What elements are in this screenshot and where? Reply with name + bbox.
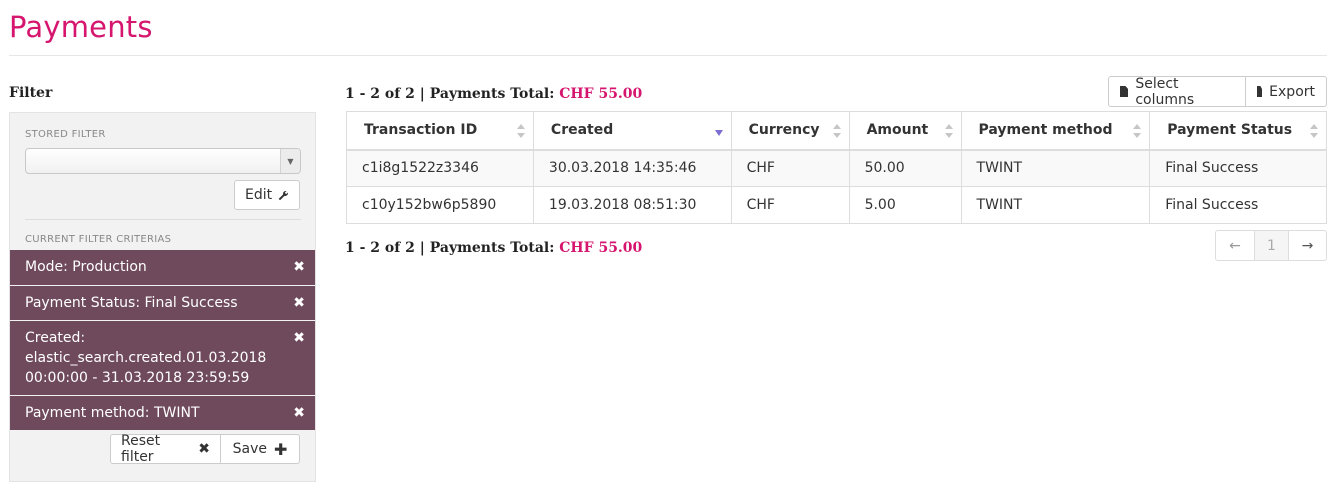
export-label: Export xyxy=(1269,83,1315,100)
cell-payment-method: TWINT xyxy=(960,149,1151,187)
reset-filter-button[interactable]: Reset filter ✖ xyxy=(110,433,221,465)
criteria-item-mode: Mode: Production ✖ xyxy=(10,250,315,285)
page-number-button[interactable]: 1 xyxy=(1255,230,1289,261)
pagination: ← 1 → xyxy=(1215,230,1327,261)
column-header-transaction-id[interactable]: Transaction ID xyxy=(346,111,534,151)
column-label: Payment Status xyxy=(1167,122,1293,139)
column-label: Created xyxy=(550,122,614,139)
edit-label: Edit xyxy=(245,187,273,203)
criteria-text: Payment Status: Final Success xyxy=(25,295,238,311)
criteria-item-created: Created: elastic_search.created.01.03.20… xyxy=(10,321,315,395)
remove-criteria-created-icon[interactable]: ✖ xyxy=(293,328,305,348)
export-button[interactable]: Export xyxy=(1246,76,1327,107)
results-summary-bottom: 1 - 2 of 2 | Payments Total: CHF 55.00 xyxy=(345,240,642,256)
edit-filter-button[interactable]: Edit xyxy=(234,180,300,210)
results-summary-top: 1 - 2 of 2 | Payments Total: CHF 55.00 xyxy=(345,86,642,102)
next-page-button[interactable]: → xyxy=(1289,230,1327,261)
cell-payment-status: Final Success xyxy=(1149,149,1327,187)
document-icon xyxy=(1257,86,1263,97)
reset-label: Reset filter xyxy=(121,433,161,465)
column-header-payment-status[interactable]: Payment Status xyxy=(1149,111,1327,151)
remove-criteria-status-icon[interactable]: ✖ xyxy=(293,293,305,313)
summary-prefix: 1 - 2 of 2 | Payments Total: xyxy=(345,86,555,102)
column-label: Transaction ID xyxy=(364,122,478,139)
stored-filter-label: STORED FILTER xyxy=(25,129,106,140)
column-header-payment-method[interactable]: Payment method xyxy=(960,111,1151,151)
page-title: Payments xyxy=(9,10,153,44)
column-label: Currency xyxy=(748,122,820,139)
criteria-text: Mode: Production xyxy=(25,259,147,275)
summary-prefix: 1 - 2 of 2 | Payments Total: xyxy=(345,240,555,256)
column-header-amount[interactable]: Amount xyxy=(848,111,962,151)
column-label: Payment method xyxy=(978,122,1113,139)
table-header-row: Transaction ID Created Currency Amount P… xyxy=(346,111,1327,151)
sort-icon xyxy=(944,124,953,138)
criteria-item-payment-status: Payment Status: Final Success ✖ xyxy=(10,286,315,320)
criteria-text: Payment method: TWINT xyxy=(25,405,200,421)
table-row[interactable]: c1i8g1522z3346 30.03.2018 14:35:46 CHF 5… xyxy=(346,149,1327,187)
cell-amount: 50.00 xyxy=(848,149,962,187)
sort-icon xyxy=(1310,124,1318,138)
save-label: Save xyxy=(232,441,267,457)
document-icon xyxy=(1120,86,1129,97)
cell-transaction-id: c10y152bw6p5890 xyxy=(346,186,534,224)
stored-filter-select[interactable]: ▼ xyxy=(25,148,301,174)
column-label: Amount xyxy=(866,122,929,139)
remove-criteria-mode-icon[interactable]: ✖ xyxy=(293,257,305,277)
sort-icon xyxy=(1133,124,1142,138)
cell-payment-status: Final Success xyxy=(1149,186,1327,224)
wrench-icon xyxy=(278,190,289,200)
remove-criteria-method-icon[interactable]: ✖ xyxy=(293,403,305,423)
cell-amount: 5.00 xyxy=(848,186,962,224)
sort-desc-icon xyxy=(714,130,723,136)
cell-payment-method: TWINT xyxy=(960,186,1151,224)
select-columns-button[interactable]: Select columns xyxy=(1108,75,1246,108)
payments-total: CHF 55.00 xyxy=(559,86,643,102)
payments-total: CHF 55.00 xyxy=(559,240,643,256)
criteria-text: Created: elastic_search.created.01.03.20… xyxy=(25,330,267,386)
save-filter-button[interactable]: Save ✚ xyxy=(221,434,300,464)
close-icon: ✖ xyxy=(198,441,210,457)
table-row[interactable]: c10y152bw6p5890 19.03.2018 08:51:30 CHF … xyxy=(346,186,1327,224)
chevron-down-icon[interactable]: ▼ xyxy=(280,149,300,173)
cell-currency: CHF xyxy=(730,186,850,224)
select-columns-label: Select columns xyxy=(1135,75,1195,108)
criteria-item-payment-method: Payment method: TWINT ✖ xyxy=(10,396,315,430)
filter-sidebar: STORED FILTER ▼ Edit CURRENT FILTER CRIT… xyxy=(9,112,316,482)
payments-table: Transaction ID Created Currency Amount P… xyxy=(346,111,1327,224)
filter-heading: Filter xyxy=(9,85,53,101)
sort-icon xyxy=(832,124,841,138)
plus-icon: ✚ xyxy=(273,439,288,459)
criteria-label: CURRENT FILTER CRITERIAS xyxy=(25,234,172,245)
sort-icon xyxy=(516,124,525,138)
filter-actions: Reset filter ✖ Save ✚ xyxy=(110,433,300,466)
cell-created: 19.03.2018 08:51:30 xyxy=(532,186,732,224)
cell-created: 30.03.2018 14:35:46 xyxy=(532,149,732,187)
title-divider xyxy=(9,55,1327,56)
cell-currency: CHF xyxy=(730,149,850,187)
prev-page-button[interactable]: ← xyxy=(1215,230,1255,261)
table-actions: Select columns Export xyxy=(1108,75,1327,108)
column-header-currency[interactable]: Currency xyxy=(730,111,850,151)
cell-transaction-id: c1i8g1522z3346 xyxy=(346,149,534,187)
column-header-created[interactable]: Created xyxy=(532,111,732,151)
section-divider xyxy=(25,219,301,220)
